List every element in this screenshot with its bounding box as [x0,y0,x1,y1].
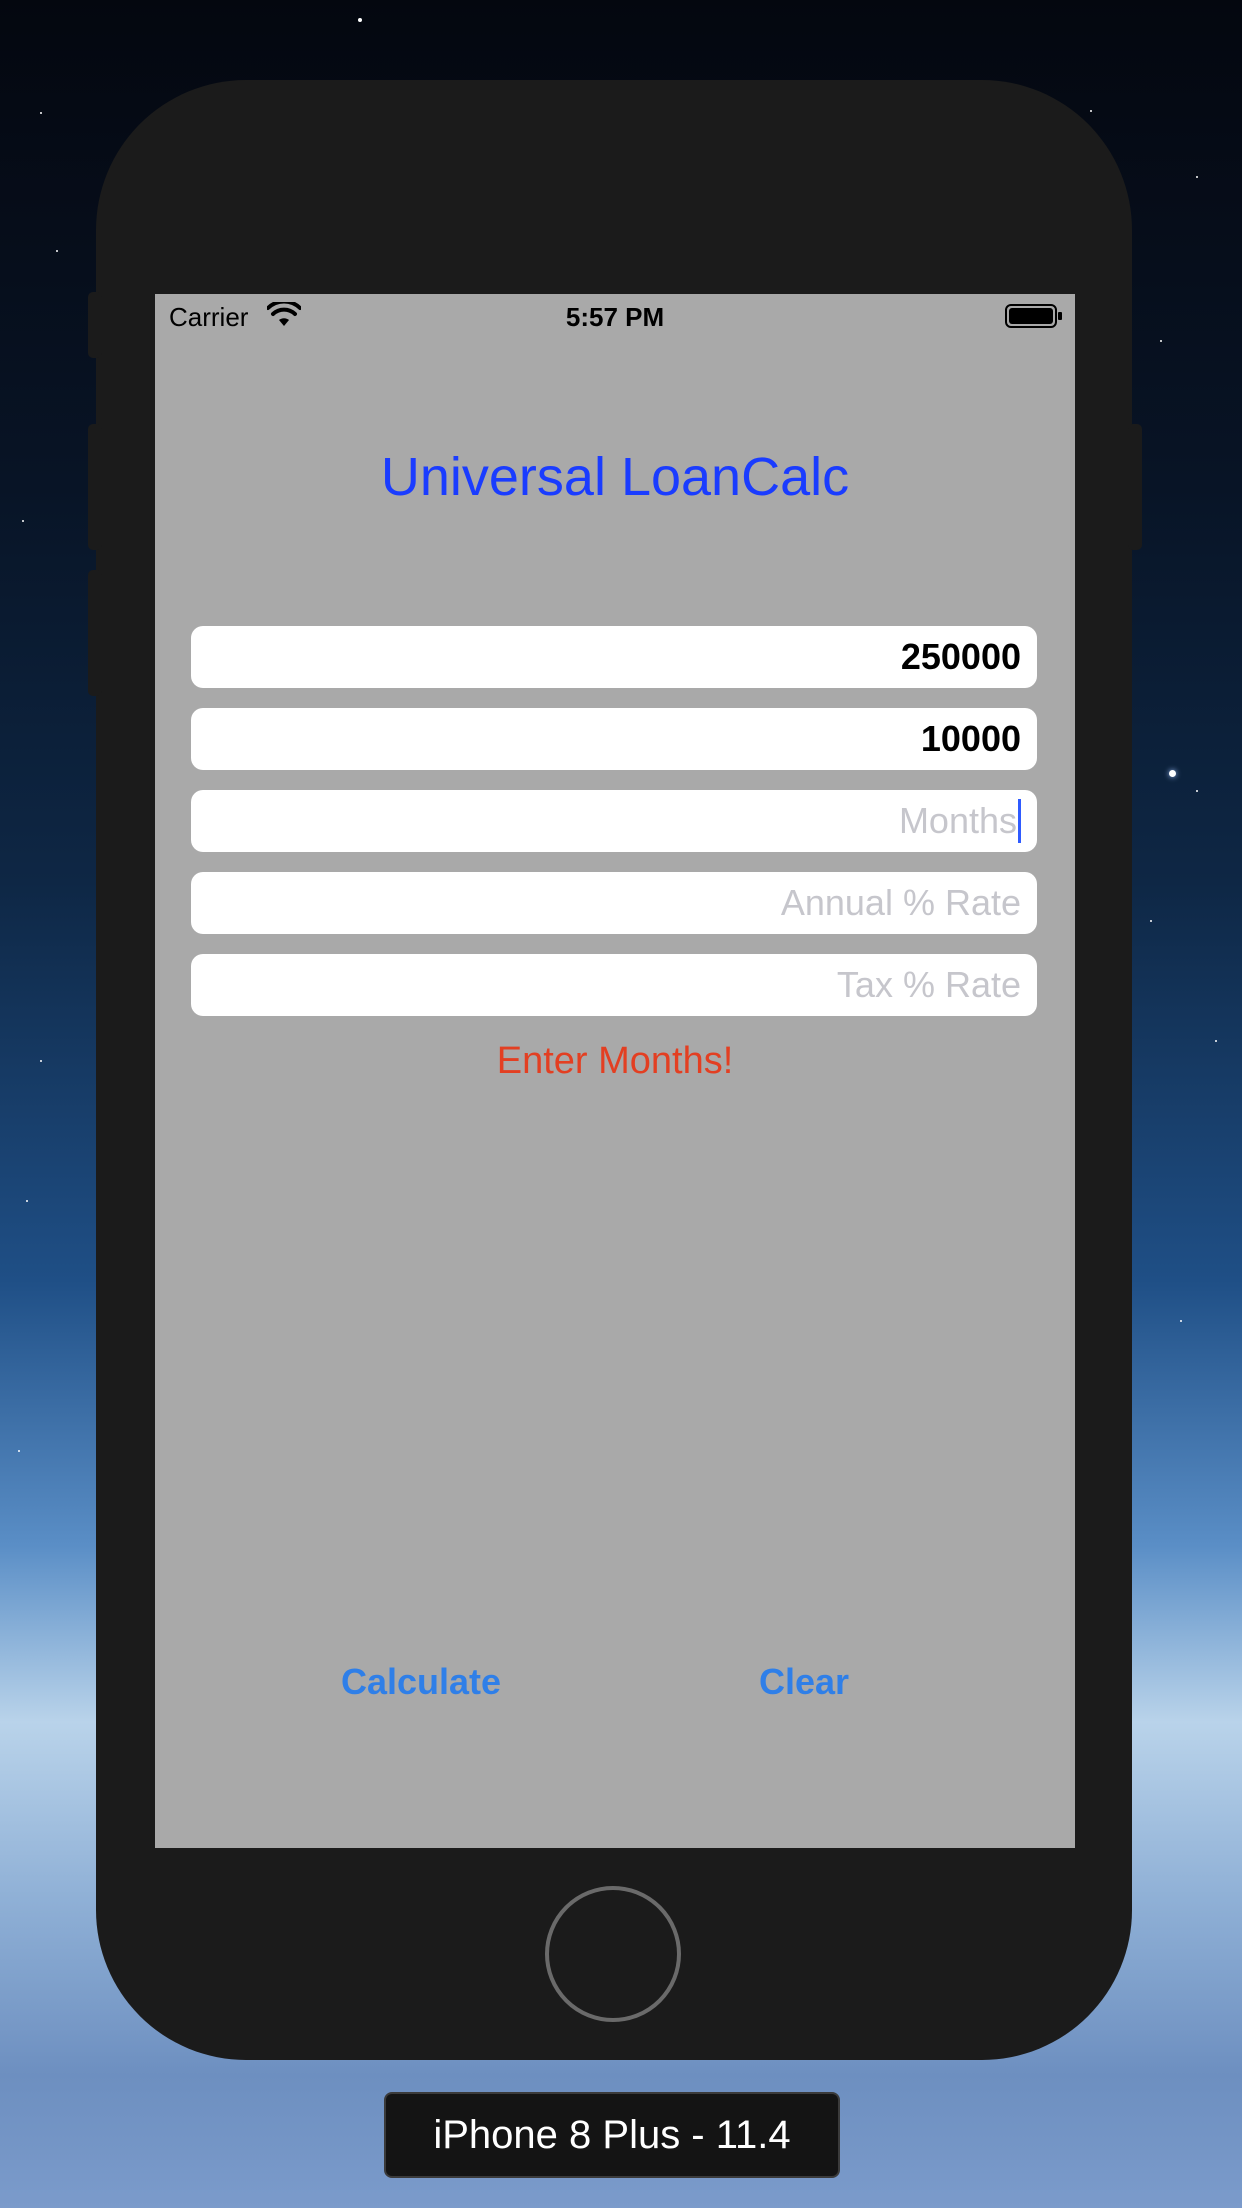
star [18,1450,20,1452]
simulator-device-label: iPhone 8 Plus - 11.4 [384,2092,840,2178]
tax-rate-input[interactable]: Tax % Rate [191,954,1037,1016]
app-title: Universal LoanCalc [380,447,850,507]
volume-up-button [88,424,102,550]
star [56,250,58,252]
status-time: 5:57 PM [565,302,665,332]
star [1150,920,1152,922]
star [40,1060,42,1062]
status-bar: Carrier 5:57 PM [155,294,1075,338]
mute-switch [88,292,102,358]
down-payment-input[interactable]: 10000 [191,708,1037,770]
principal-value: 250000 [900,636,1021,677]
months-placeholder: Months [898,800,1017,841]
star [1090,110,1092,112]
months-input[interactable]: Months [191,790,1037,852]
app-screen: Carrier 5:57 PM Universal LoanCalc 25000… [155,294,1075,1848]
star [26,1200,28,1202]
volume-down-button [88,570,102,696]
calculate-button[interactable]: Calculate [341,1661,501,1703]
down-payment-value: 10000 [920,718,1021,759]
star [358,18,362,22]
star [1180,1320,1182,1322]
star [40,112,42,114]
star [1215,1040,1217,1042]
battery-icon [1005,304,1062,328]
star [1169,770,1176,777]
star [1160,340,1162,342]
validation-message: Enter Months! [496,1040,734,1082]
clear-button[interactable]: Clear [759,1661,849,1703]
tax-rate-placeholder: Tax % Rate [836,964,1021,1005]
annual-rate-placeholder: Annual % Rate [780,882,1021,923]
power-button [1128,424,1142,550]
star [1196,790,1198,792]
annual-rate-input[interactable]: Annual % Rate [191,872,1037,934]
principal-input[interactable]: 250000 [191,626,1037,688]
text-cursor [1018,799,1021,843]
star [1196,176,1198,178]
home-button[interactable] [545,1886,681,2022]
star [22,520,24,522]
